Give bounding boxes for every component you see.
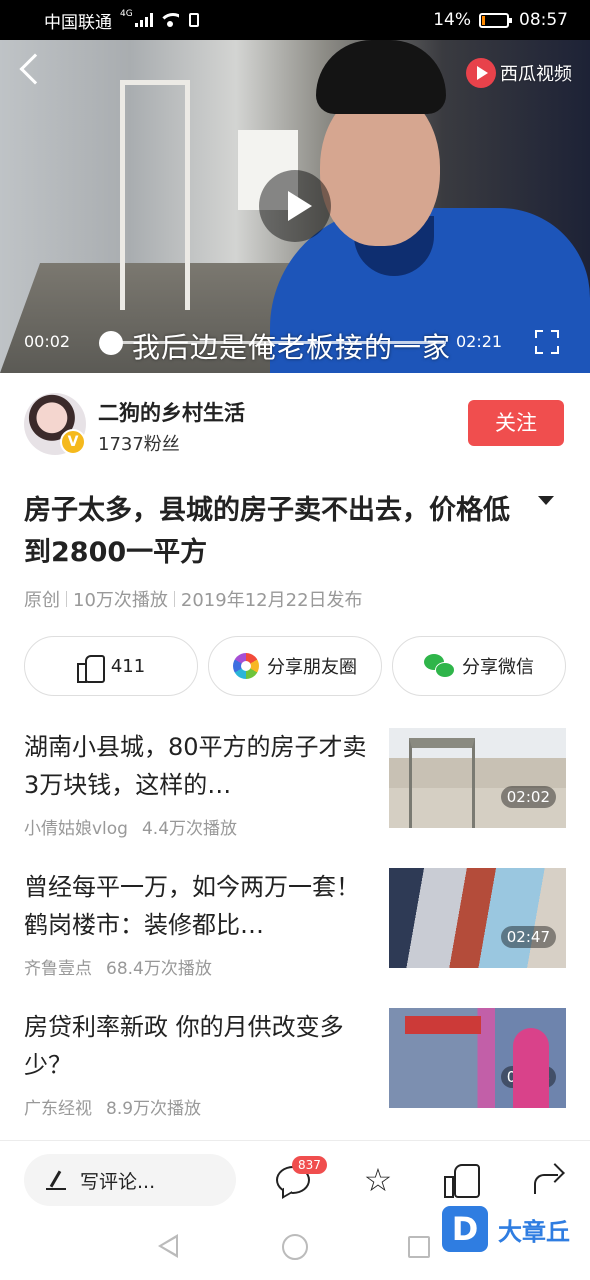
fullscreen-icon[interactable] bbox=[535, 330, 559, 354]
share-wechat-button[interactable]: 分享微信 bbox=[392, 636, 566, 696]
related-plays: 4.4万次播放 bbox=[141, 819, 238, 839]
current-time: 00:02 bbox=[24, 332, 71, 351]
thumbs-up-icon bbox=[76, 653, 105, 683]
comment-placeholder: 写评论... bbox=[80, 1170, 156, 1193]
meta-date: 2019年12月22日发布 bbox=[180, 590, 363, 611]
related-source: 小倩姑娘vlog bbox=[24, 819, 128, 839]
related-duration: 02:47 bbox=[500, 926, 556, 948]
network-type: 4G bbox=[120, 9, 133, 19]
nav-home-icon[interactable] bbox=[282, 1234, 308, 1260]
signal-icon bbox=[134, 13, 153, 27]
wifi-icon bbox=[160, 13, 179, 27]
clock: 08:57 bbox=[519, 10, 568, 30]
related-plays: 68.4万次播放 bbox=[106, 959, 212, 979]
fans-count: 1737粉丝 bbox=[98, 434, 180, 455]
comment-input[interactable]: 写评论... bbox=[24, 1154, 236, 1206]
video-player[interactable]: 西瓜视频 我后边是俺老板接的一家 00:02 02:21 bbox=[0, 40, 590, 373]
related-meta: 小倩姑娘vlog 4.4万次播放 bbox=[24, 814, 237, 839]
related-title: 房贷利率新政 你的月供改变多少？ bbox=[24, 1013, 344, 1079]
wechat-icon bbox=[424, 654, 455, 678]
back-arrow-icon[interactable] bbox=[19, 53, 51, 85]
related-duration: 02:46 bbox=[500, 1066, 556, 1088]
share-icon[interactable] bbox=[530, 1162, 566, 1198]
verified-badge: V bbox=[60, 429, 86, 455]
related-duration: 02:02 bbox=[500, 786, 556, 808]
carrier-label: 中国联通 bbox=[44, 12, 112, 33]
status-bar: 中国联通 4G 14% 08:57 bbox=[0, 0, 590, 40]
brand-logo: 西瓜视频 bbox=[466, 58, 572, 88]
comment-count-badge: 837 bbox=[292, 1156, 327, 1174]
share-moments-button[interactable]: 分享朋友圈 bbox=[208, 636, 382, 696]
share-moments-label: 分享朋友圈 bbox=[267, 657, 357, 678]
moments-icon bbox=[233, 653, 259, 679]
star-icon[interactable]: ☆ bbox=[360, 1162, 396, 1198]
action-buttons: 411 分享朋友圈 分享微信 bbox=[24, 636, 566, 696]
related-source: 齐鲁壹点 bbox=[24, 959, 92, 979]
author-row: V 二狗的乡村生活 1737粉丝 关注 bbox=[0, 373, 590, 473]
brand-name: 西瓜视频 bbox=[500, 64, 572, 85]
progress-track[interactable] bbox=[100, 341, 446, 344]
like-button[interactable]: 411 bbox=[24, 636, 198, 696]
list-item[interactable]: 曾经每平一万，如今两万一套！鹤岗楼市：装修都比… 齐鲁壹点 68.4万次播放 02… bbox=[0, 868, 590, 988]
related-thumbnail: 02:47 bbox=[389, 868, 566, 968]
like-count: 411 bbox=[110, 655, 146, 677]
lock-icon bbox=[188, 13, 199, 27]
watermark-text: 大章丘 bbox=[498, 1217, 570, 1246]
related-plays: 8.9万次播放 bbox=[106, 1099, 202, 1119]
nav-recent-icon[interactable] bbox=[408, 1236, 430, 1258]
share-wechat-label: 分享微信 bbox=[462, 657, 534, 678]
battery-percent: 14% bbox=[433, 10, 471, 30]
meta-plays: 10万次播放 bbox=[73, 590, 168, 611]
video-controls: 00:02 02:21 bbox=[0, 324, 590, 360]
pen-icon bbox=[46, 1170, 66, 1190]
related-meta: 广东经视 8.9万次播放 bbox=[24, 1094, 201, 1119]
video-title: 房子太多，县城的房子卖不出去，价格低到2800一平方 bbox=[24, 495, 510, 568]
divider bbox=[0, 1140, 590, 1141]
follow-button[interactable]: 关注 bbox=[468, 400, 564, 446]
duration: 02:21 bbox=[456, 332, 503, 351]
related-meta: 齐鲁壹点 68.4万次播放 bbox=[24, 954, 212, 979]
meta-original: 原创 bbox=[24, 590, 60, 611]
thumbs-up-icon[interactable] bbox=[444, 1162, 480, 1198]
author-name[interactable]: 二狗的乡村生活 bbox=[98, 397, 245, 427]
related-title: 湖南小县城，80平方的房子才卖3万块钱，这样的… bbox=[24, 733, 367, 799]
xigua-logo-icon bbox=[466, 58, 496, 88]
related-thumbnail: 02:02 bbox=[389, 728, 566, 828]
video-meta: 原创 10万次播放 2019年12月22日发布 bbox=[24, 586, 363, 612]
related-source: 广东经视 bbox=[24, 1099, 92, 1119]
watermark-logo: D bbox=[442, 1206, 488, 1252]
battery-icon bbox=[479, 12, 512, 28]
related-title: 曾经每平一万，如今两万一套！鹤岗楼市：装修都比… bbox=[24, 873, 360, 939]
expand-caret-icon[interactable] bbox=[538, 496, 554, 505]
play-icon[interactable] bbox=[259, 170, 331, 242]
related-thumbnail: 02:46 bbox=[389, 1008, 566, 1108]
list-item[interactable]: 房贷利率新政 你的月供改变多少？ 广东经视 8.9万次播放 02:46 bbox=[0, 1008, 590, 1128]
list-item[interactable]: 湖南小县城，80平方的房子才卖3万块钱，这样的… 小倩姑娘vlog 4.4万次播放… bbox=[0, 728, 590, 848]
nav-back-icon[interactable] bbox=[158, 1234, 178, 1258]
watermark: D 大章丘 bbox=[442, 1206, 570, 1252]
progress-thumb[interactable] bbox=[99, 331, 123, 355]
